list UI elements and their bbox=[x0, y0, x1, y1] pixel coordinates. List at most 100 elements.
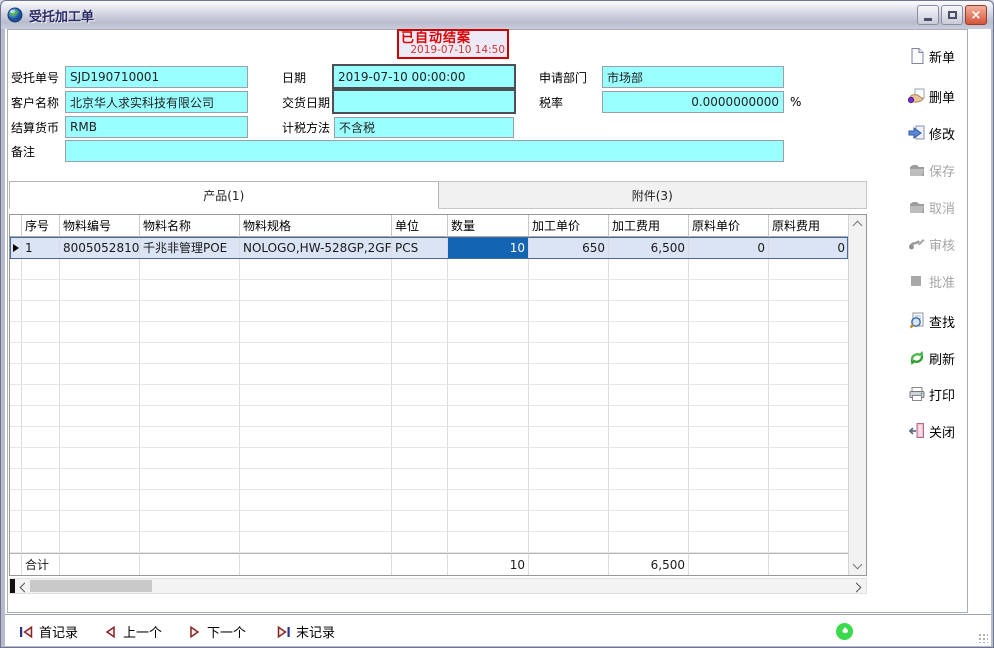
col-fee[interactable]: 加工费用 bbox=[609, 215, 689, 237]
vertical-scrollbar[interactable] bbox=[848, 215, 866, 575]
search-icon bbox=[908, 312, 926, 330]
print-button[interactable]: 打印 bbox=[908, 384, 970, 404]
next-record-button[interactable]: 下一个 bbox=[187, 622, 246, 641]
scroll-right-icon[interactable] bbox=[852, 583, 862, 593]
status-ok-icon bbox=[835, 622, 854, 641]
cancel-icon bbox=[908, 198, 926, 216]
table-total-row: 合计 10 6,500 bbox=[10, 553, 848, 575]
find-button[interactable]: 查找 bbox=[908, 311, 970, 331]
first-record-icon bbox=[19, 625, 34, 639]
cell-price[interactable]: 650 bbox=[529, 237, 609, 259]
resize-grip[interactable] bbox=[978, 633, 988, 643]
col-qty[interactable]: 数量 bbox=[448, 215, 529, 237]
col-seq[interactable]: 序号 bbox=[22, 215, 60, 237]
col-rfee[interactable]: 原料费用 bbox=[769, 215, 848, 237]
window-titlebar[interactable]: 受托加工单 × bbox=[1, 1, 993, 29]
col-rprice[interactable]: 原料单价 bbox=[689, 215, 769, 237]
cell-rfee[interactable]: 0 bbox=[769, 237, 848, 259]
table-empty-row[interactable] bbox=[10, 490, 848, 511]
table-empty-row[interactable] bbox=[10, 280, 848, 301]
cell-unit[interactable]: PCS bbox=[392, 237, 448, 259]
save-button[interactable]: 保存 bbox=[908, 160, 970, 180]
col-name[interactable]: 物料名称 bbox=[140, 215, 240, 237]
approve-button[interactable]: 批准 bbox=[908, 271, 970, 291]
col-code[interactable]: 物料编号 bbox=[60, 215, 140, 237]
scroll-down-icon[interactable] bbox=[853, 560, 863, 570]
cell-qty-selected[interactable]: 10 bbox=[448, 237, 529, 259]
table-empty-row[interactable] bbox=[10, 448, 848, 469]
tax-method-field[interactable]: 不含税 bbox=[334, 117, 514, 138]
save-icon bbox=[908, 161, 926, 179]
new-doc-icon bbox=[908, 47, 926, 65]
horizontal-scrollbar[interactable] bbox=[9, 578, 867, 594]
table-empty-row[interactable] bbox=[10, 469, 848, 490]
col-spec[interactable]: 物料规格 bbox=[240, 215, 392, 237]
cell-seq[interactable]: 1 bbox=[22, 237, 60, 259]
table-empty-row[interactable] bbox=[10, 322, 848, 343]
minimize-button[interactable] bbox=[917, 5, 939, 25]
scroll-up-icon[interactable] bbox=[853, 221, 863, 231]
date-field[interactable]: 2019-07-10 00:00:00 bbox=[332, 64, 516, 89]
last-record-icon bbox=[276, 625, 291, 639]
table-empty-row[interactable] bbox=[10, 385, 848, 406]
modify-button[interactable]: 修改 bbox=[908, 123, 970, 143]
scroll-left-icon[interactable] bbox=[20, 583, 30, 593]
last-record-button[interactable]: 末记录 bbox=[276, 622, 335, 641]
close-button[interactable]: × bbox=[965, 5, 987, 25]
maximize-button[interactable] bbox=[941, 5, 963, 25]
cell-fee[interactable]: 6,500 bbox=[609, 237, 689, 259]
table-empty-row[interactable] bbox=[10, 406, 848, 427]
table-empty-row[interactable] bbox=[10, 364, 848, 385]
delivery-date-label: 交货日期 bbox=[282, 95, 330, 111]
cell-spec[interactable]: NOLOGO,HW-528GP,2GF8 bbox=[240, 237, 392, 259]
tax-rate-field[interactable]: 0.0000000000 bbox=[602, 91, 784, 113]
previous-record-button[interactable]: 上一个 bbox=[103, 622, 162, 641]
scrollbar-thumb[interactable] bbox=[30, 580, 152, 592]
tab-products[interactable]: 产品(1) bbox=[9, 181, 439, 209]
stamp-text: 已自动结案 bbox=[399, 31, 507, 45]
stamp-timestamp: 2019-07-10 14:50 bbox=[399, 45, 507, 56]
audit-button[interactable]: 审核 bbox=[908, 234, 970, 254]
table-empty-row[interactable] bbox=[10, 259, 848, 280]
tax-rate-suffix: % bbox=[790, 95, 801, 109]
delete-doc-icon bbox=[908, 87, 926, 105]
table-row[interactable]: 1 8005052810 千兆非管理POE NOLOGO,HW-528GP,2G… bbox=[10, 237, 848, 259]
table-header-row: 序号 物料编号 物料名称 物料规格 单位 数量 加工单价 加工费用 原料单价 原… bbox=[10, 215, 848, 237]
cell-code[interactable]: 8005052810 bbox=[60, 237, 140, 259]
delivery-date-field[interactable] bbox=[332, 89, 516, 114]
cancel-button[interactable]: 取消 bbox=[908, 197, 970, 217]
close-icon: × bbox=[971, 8, 982, 23]
close-form-button[interactable]: 关闭 bbox=[908, 421, 970, 441]
tab-attachments[interactable]: 附件(3) bbox=[439, 181, 868, 209]
customer-field[interactable]: 北京华人求实科技有限公司 bbox=[65, 91, 248, 113]
department-field[interactable]: 市场部 bbox=[602, 66, 784, 88]
new-order-button[interactable]: 新单 bbox=[908, 46, 970, 66]
table-empty-row[interactable] bbox=[10, 343, 848, 364]
currency-label: 结算货币 bbox=[11, 120, 59, 136]
window-title: 受托加工单 bbox=[29, 6, 94, 25]
split-handle[interactable] bbox=[10, 579, 15, 593]
order-no-label: 受托单号 bbox=[11, 70, 59, 86]
currency-field[interactable]: RMB bbox=[65, 116, 248, 138]
date-label: 日期 bbox=[282, 70, 306, 86]
order-no-field[interactable]: SJD190710001 bbox=[65, 66, 248, 88]
cell-rprice[interactable]: 0 bbox=[689, 237, 769, 259]
remark-label: 备注 bbox=[11, 144, 35, 160]
col-unit[interactable]: 单位 bbox=[392, 215, 448, 237]
tax-method-label: 计税方法 bbox=[282, 120, 330, 136]
current-row-marker-icon bbox=[10, 237, 22, 259]
table-empty-row[interactable] bbox=[10, 511, 848, 532]
minimize-icon bbox=[924, 18, 932, 21]
remark-field[interactable] bbox=[65, 140, 784, 162]
refresh-button[interactable]: 刷新 bbox=[908, 348, 970, 368]
next-record-icon bbox=[187, 625, 202, 639]
app-window: 受托加工单 × 已自动结案 2019-07-10 14:50 受托单号 客户名称… bbox=[0, 0, 994, 648]
status-stamp: 已自动结案 2019-07-10 14:50 bbox=[397, 29, 509, 59]
col-price[interactable]: 加工单价 bbox=[529, 215, 609, 237]
cell-name[interactable]: 千兆非管理POE bbox=[140, 237, 240, 259]
delete-order-button[interactable]: 删单 bbox=[908, 86, 970, 106]
table-empty-row[interactable] bbox=[10, 532, 848, 553]
table-empty-row[interactable] bbox=[10, 427, 848, 448]
first-record-button[interactable]: 首记录 bbox=[19, 622, 78, 641]
table-empty-row[interactable] bbox=[10, 301, 848, 322]
